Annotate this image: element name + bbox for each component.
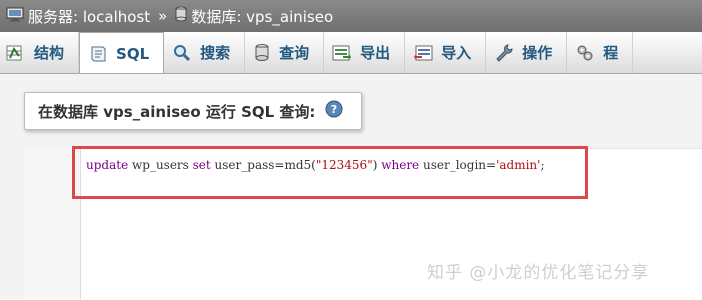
tab-label: 结构 xyxy=(34,44,65,62)
breadcrumb: 服务器: localhost » 数据库: vps_ainiseo xyxy=(0,0,702,32)
import-icon xyxy=(413,44,433,62)
sql-query-title: 在数据库 vps_ainiseo 运行 SQL 查询: xyxy=(38,102,316,121)
server-icon xyxy=(6,6,24,26)
tab-query[interactable]: 查询 xyxy=(245,32,325,73)
tab-sql[interactable]: SQL xyxy=(79,32,165,73)
tab-import[interactable]: 导入 xyxy=(405,32,487,73)
tab-label: 查询 xyxy=(279,44,310,62)
tab-operations[interactable]: 操作 xyxy=(486,32,568,73)
breadcrumb-server-link[interactable]: 服务器: localhost xyxy=(28,6,150,27)
tab-routines[interactable]: 程 xyxy=(567,32,634,73)
tab-search[interactable]: 搜索 xyxy=(164,32,246,73)
tab-label: 导入 xyxy=(441,44,472,62)
watermark: 知乎 @小龙的优化笔记分享 xyxy=(427,263,650,283)
structure-icon xyxy=(6,44,26,62)
tab-label: 程 xyxy=(603,44,619,62)
wrench-icon xyxy=(494,43,514,63)
database-icon xyxy=(175,6,187,26)
breadcrumb-separator: » xyxy=(158,7,168,25)
search-icon xyxy=(172,43,192,63)
tab-structure[interactable]: 结构 xyxy=(0,32,80,73)
sql-query-heading: 在数据库 vps_ainiseo 运行 SQL 查询: ? xyxy=(24,92,362,130)
query-icon xyxy=(253,43,271,63)
export-icon xyxy=(332,44,352,62)
tab-export[interactable]: 导出 xyxy=(324,32,406,73)
highlight-box xyxy=(72,146,588,199)
routines-icon xyxy=(575,43,595,63)
svg-text:?: ? xyxy=(331,103,337,116)
help-icon[interactable]: ? xyxy=(325,100,343,122)
breadcrumb-database-link[interactable]: 数据库: vps_ainiseo xyxy=(191,6,333,27)
tab-label: 导出 xyxy=(360,44,391,62)
tab-label: 搜索 xyxy=(200,44,231,62)
sql-icon xyxy=(88,44,108,64)
tab-label: SQL xyxy=(116,44,150,63)
tab-bar: 结构 SQL 搜索 查询 导出 导入 操作 程 xyxy=(0,32,702,74)
tab-label: 操作 xyxy=(522,44,553,62)
